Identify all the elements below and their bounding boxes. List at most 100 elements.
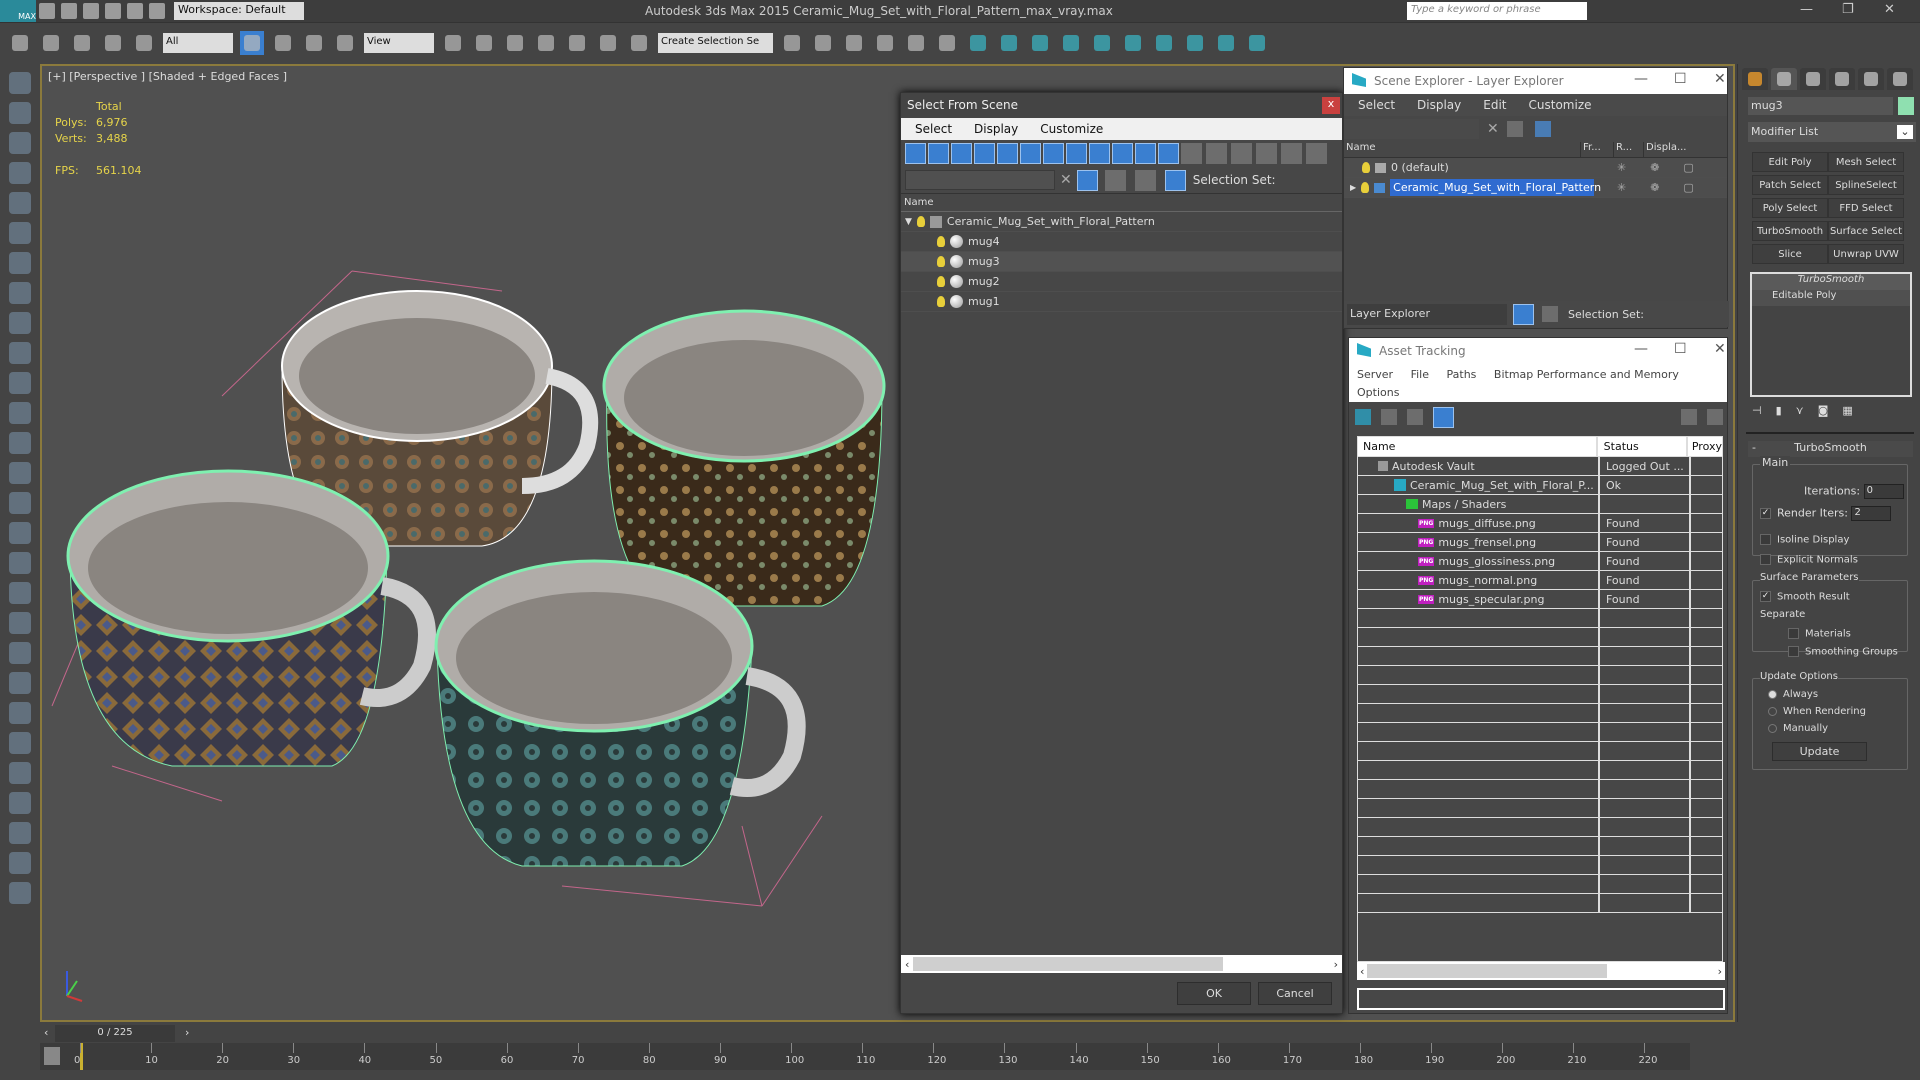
layer-view-icon[interactable] <box>1513 303 1534 325</box>
project-icon[interactable] <box>149 3 165 19</box>
tree-row-root[interactable]: ▼ Ceramic_Mug_Set_with_Floral_Pattern <box>901 212 1342 232</box>
light-bulb-icon[interactable] <box>937 276 945 287</box>
modifier-button[interactable]: Unwrap UVW <box>1828 244 1904 264</box>
sphere-icon[interactable] <box>9 372 31 394</box>
menu-display[interactable]: Display <box>1417 98 1461 112</box>
modifier-button[interactable]: TurboSmooth <box>1752 221 1828 241</box>
space-warp-icon[interactable] <box>9 282 31 304</box>
render-iters-field[interactable]: ✓ Render Iters: 2 <box>1760 506 1892 521</box>
modifier-list-dropdown[interactable]: Modifier List ⌄ <box>1748 122 1916 142</box>
light-bulb-icon[interactable] <box>916 216 925 227</box>
invert-selection-icon[interactable] <box>1231 143 1252 164</box>
search-input[interactable]: Type a keyword or phrase <box>1407 2 1587 20</box>
reference-coordinate-dropdown[interactable]: View <box>364 32 434 53</box>
filter-lights-icon[interactable] <box>951 143 972 164</box>
menu-edit[interactable]: Edit <box>1483 98 1506 112</box>
window-crossing-icon[interactable] <box>333 31 357 55</box>
menu-options[interactable]: Options <box>1357 386 1399 399</box>
smoothing-groups-checkbox[interactable]: Smoothing Groups <box>1788 646 1898 658</box>
settings-help-icon[interactable] <box>1707 409 1723 425</box>
clear-icon[interactable]: ✕ <box>1487 121 1499 137</box>
name-column-header[interactable]: Name <box>901 193 1342 212</box>
hierarchy-icon[interactable] <box>1164 169 1186 191</box>
menu-select[interactable]: Select <box>1358 98 1395 112</box>
asset-row[interactable]: Ceramic_Mug_Set_with_Floral_P... Ok <box>1358 476 1722 495</box>
cancel-button[interactable]: Cancel <box>1258 982 1332 1005</box>
render-frame-icon[interactable] <box>9 102 31 124</box>
help-icon[interactable] <box>1681 409 1697 425</box>
terrain-icon[interactable] <box>1183 31 1207 55</box>
tree-row-object[interactable]: mug3 <box>901 252 1342 272</box>
layer-manager-icon[interactable] <box>627 31 651 55</box>
ivy-icon[interactable] <box>9 732 31 754</box>
tree-row-object[interactable]: mug4 <box>901 232 1342 252</box>
rotate-icon[interactable] <box>472 31 496 55</box>
close-button[interactable]: ✕ <box>1714 341 1726 357</box>
remove-modifier-icon[interactable]: ◙ <box>1818 404 1829 417</box>
hair-icon[interactable] <box>1214 31 1238 55</box>
undo-icon[interactable] <box>8 31 32 55</box>
filter-containers-icon[interactable] <box>1112 143 1133 164</box>
restore-button[interactable]: ❐ <box>1842 2 1854 17</box>
key-filters-icon[interactable] <box>44 1047 60 1065</box>
modifier-button[interactable]: FFD Select <box>1828 198 1904 218</box>
refresh-icon[interactable] <box>1355 409 1371 425</box>
particles-icon[interactable] <box>9 522 31 544</box>
space-warp-icon[interactable] <box>1090 31 1114 55</box>
layers-icon[interactable] <box>1104 169 1126 191</box>
tab-modify[interactable] <box>1771 68 1797 90</box>
teapot-icon[interactable] <box>9 72 31 94</box>
filter-icon[interactable] <box>1076 169 1098 191</box>
next-frame-button[interactable]: › <box>185 1026 189 1039</box>
rect-selection-icon[interactable] <box>302 31 326 55</box>
update-button[interactable]: Update <box>1772 742 1867 761</box>
help-icon[interactable] <box>9 882 31 904</box>
collapse-icon[interactable] <box>1306 143 1327 164</box>
modifier-button[interactable]: Patch Select <box>1752 175 1828 195</box>
always-radio[interactable]: Always <box>1768 689 1818 700</box>
menu-customize[interactable]: Customize <box>1529 98 1592 112</box>
clear-icon[interactable]: ✕ <box>1060 172 1072 188</box>
move-icon[interactable] <box>441 31 465 55</box>
modifier-button[interactable]: SplineSelect <box>1828 175 1904 195</box>
show-end-result-icon[interactable]: ▮ <box>1776 404 1782 417</box>
ok-button[interactable]: OK <box>1177 982 1251 1005</box>
stack-item-editable-poly[interactable]: Editable Poly <box>1752 290 1910 306</box>
particle-icon[interactable] <box>1152 31 1176 55</box>
unlink-icon[interactable] <box>101 31 125 55</box>
cloth-icon[interactable] <box>1245 31 1269 55</box>
when-rendering-radio[interactable]: When Rendering <box>1768 706 1866 717</box>
freeze-render-display-icons[interactable]: ✳❁▢ <box>1617 181 1727 194</box>
menu-server[interactable]: Server <box>1357 368 1393 381</box>
path-field[interactable] <box>1357 988 1725 1010</box>
render-icon[interactable] <box>935 31 959 55</box>
light-bulb-icon[interactable] <box>1362 162 1370 173</box>
table-view-icon[interactable] <box>1433 406 1454 428</box>
curve-editor-icon[interactable] <box>780 31 804 55</box>
material-editor-icon[interactable] <box>842 31 866 55</box>
layer-row[interactable]: ▶ Ceramic_Mug_Set_with_Floral_Pattern ✳❁▢ <box>1344 178 1727 198</box>
pin-stack-icon[interactable]: ⊣ <box>1752 404 1762 417</box>
asset-row[interactable]: PNG mugs_glossiness.png Found <box>1358 552 1722 571</box>
selection-filter-dropdown[interactable]: All <box>163 32 233 53</box>
modifier-button[interactable]: Surface Select <box>1828 221 1904 241</box>
select-manipulate-icon[interactable] <box>534 31 558 55</box>
camera-icon[interactable] <box>9 222 31 244</box>
light-bulb-icon[interactable] <box>937 236 945 247</box>
filter-space-warps-icon[interactable] <box>1020 143 1041 164</box>
workspace-dropdown[interactable]: Workspace: Default <box>174 2 304 20</box>
smooth-result-checkbox[interactable]: ✓ Smooth Result <box>1760 591 1850 603</box>
settings-icon[interactable] <box>9 162 31 184</box>
filter-frozen-icon[interactable] <box>1135 143 1156 164</box>
advanced-filter-icon[interactable] <box>1281 143 1302 164</box>
minimize-button[interactable]: — <box>1800 2 1813 17</box>
filter-helpers-icon[interactable] <box>997 143 1018 164</box>
save-icon[interactable] <box>83 3 99 19</box>
filter-icon[interactable] <box>1256 143 1277 164</box>
scale-icon[interactable] <box>503 31 527 55</box>
manually-radio[interactable]: Manually <box>1768 723 1828 734</box>
viewcube-icon[interactable] <box>9 822 31 844</box>
column-name[interactable]: Name <box>1344 142 1581 157</box>
box-icon[interactable] <box>9 342 31 364</box>
tab-create[interactable] <box>1742 68 1768 90</box>
